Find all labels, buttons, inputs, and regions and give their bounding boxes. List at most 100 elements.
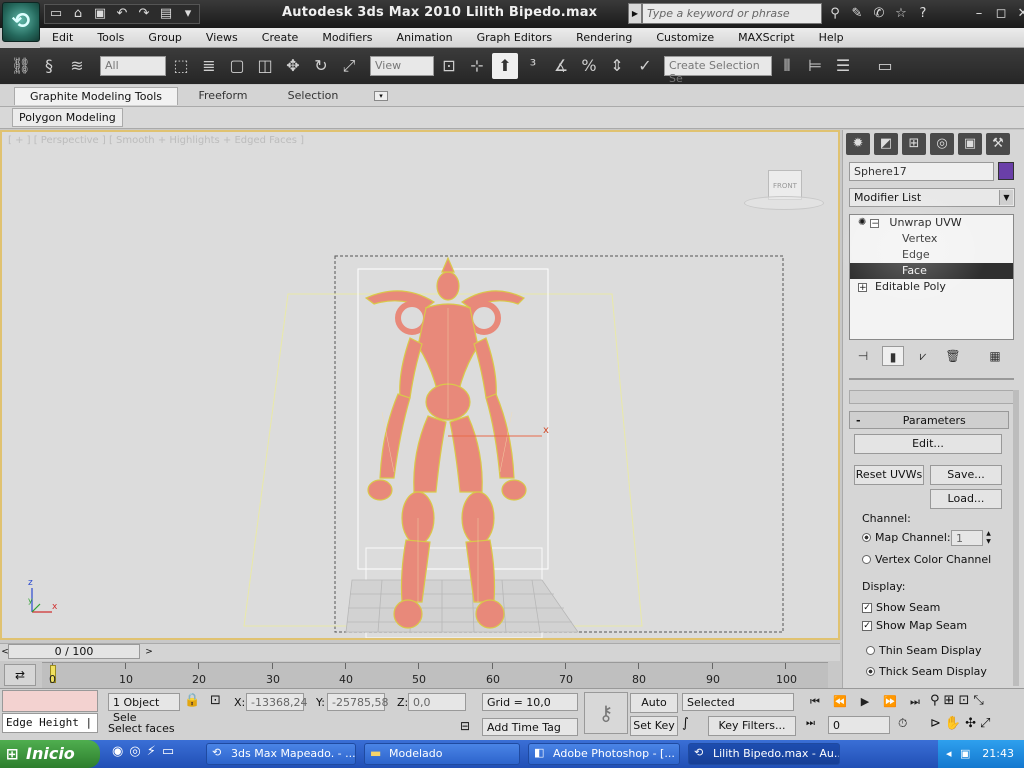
show-seam-option[interactable]: ✓ Show Seam — [862, 601, 940, 614]
set-key-button[interactable]: Set Key — [630, 716, 678, 736]
time-configuration-icon[interactable]: ⏱ — [898, 716, 907, 731]
y-coordinate-field[interactable]: -25785,58 — [327, 693, 388, 711]
edit-named-selection-icon[interactable]: ✓ — [632, 53, 658, 79]
rotate-icon[interactable]: ↻ — [308, 53, 334, 79]
parameters-rollout-header[interactable]: - Parameters — [849, 411, 1009, 429]
menu-create[interactable]: Create — [250, 28, 311, 48]
zoom-icon[interactable]: ⚲ — [930, 693, 940, 708]
modify-tab-icon[interactable]: ◩ — [874, 133, 898, 155]
display-tab-icon[interactable]: ▣ — [958, 133, 982, 155]
go-to-end-icon[interactable]: ⏭ — [904, 693, 926, 711]
load-uvw-button[interactable]: Load... — [930, 489, 1002, 509]
x-coordinate-field[interactable]: -13368,24 — [246, 693, 307, 711]
named-selection-set-input[interactable]: Create Selection Se — [664, 56, 772, 85]
menu-edit[interactable]: Edit — [40, 28, 85, 48]
start-button[interactable]: ⊞ Inicio — [0, 740, 100, 768]
maxscript-mini-listener-top[interactable] — [2, 690, 98, 712]
edit-uvw-button[interactable]: Edit... — [854, 434, 1002, 454]
stack-sub-vertex[interactable]: Vertex — [850, 231, 1013, 247]
save-uvw-button[interactable]: Save... — [930, 465, 1002, 485]
field-of-view-icon[interactable]: ⊳ — [930, 716, 941, 731]
menu-rendering[interactable]: Rendering — [564, 28, 644, 48]
show-desktop-icon[interactable]: ▭ — [162, 744, 174, 759]
show-map-seam-option[interactable]: ✓ Show Map Seam — [862, 619, 967, 632]
minimize-button[interactable]: – — [968, 4, 990, 24]
unlink-icon[interactable]: § — [36, 53, 62, 79]
command-panel-scrollbar[interactable] — [1013, 390, 1019, 686]
percent-snap-icon[interactable]: % — [576, 53, 602, 79]
save-file-icon[interactable]: ▣ — [89, 4, 111, 24]
maximize-viewport-icon[interactable]: ⤢ — [980, 716, 990, 731]
ribbon-tab-freeform[interactable]: Freeform — [178, 87, 268, 105]
create-tab-icon[interactable]: ✹ — [846, 133, 870, 155]
browser-icon[interactable]: ◎ — [129, 744, 140, 759]
z-coordinate-field[interactable]: 0,0 — [408, 693, 466, 711]
help-icon[interactable]: ? — [912, 4, 934, 24]
stack-item-unwrap-uvw[interactable]: ✺ − Unwrap UVW — [850, 215, 1013, 231]
zoom-all-icon[interactable]: ⊞ — [944, 693, 955, 708]
remove-modifier-icon[interactable]: 🗑 — [942, 346, 964, 366]
clock[interactable]: 21:43 — [982, 747, 1014, 760]
select-manipulate-icon[interactable]: ⊹ — [464, 53, 490, 79]
auto-key-button[interactable]: Auto Key — [630, 693, 678, 727]
ribbon-options-icon[interactable]: ▾ — [374, 90, 388, 101]
thick-seam-option[interactable]: Thick Seam Display — [866, 665, 987, 678]
map-channel-radio[interactable] — [862, 533, 871, 542]
ribbon-tab-selection[interactable]: Selection — [268, 87, 358, 105]
link-icon[interactable]: ⛓ — [8, 53, 34, 79]
reference-coordinate-dropdown[interactable]: View — [370, 56, 434, 76]
time-ruler[interactable]: 0 10 20 30 40 50 60 70 80 90 100 — [42, 662, 828, 688]
layer-manager-icon[interactable]: ☰ — [830, 53, 856, 79]
redo-icon[interactable]: ↷ — [133, 4, 155, 24]
ribbon-panel-polygon-modeling[interactable]: Polygon Modeling — [12, 108, 123, 127]
thick-seam-radio[interactable] — [866, 667, 875, 676]
time-slider-thumb[interactable]: 0 / 100 — [8, 644, 140, 659]
angle-snap-icon[interactable]: ∡ — [548, 53, 574, 79]
maxscript-mini-listener[interactable]: Edge Height | — [2, 713, 98, 733]
menu-tools[interactable]: Tools — [85, 28, 136, 48]
mirror-icon[interactable]: ⫴ — [774, 53, 800, 79]
communication-icon[interactable]: ✆ — [868, 4, 890, 24]
close-button[interactable]: ✕ — [1012, 4, 1024, 24]
add-time-tag-button[interactable]: Add Time Tag — [482, 718, 578, 736]
subscription-icon[interactable]: ✎ — [846, 4, 868, 24]
play-icon[interactable]: ▶ — [854, 693, 876, 711]
show-end-result-icon[interactable]: ▮ — [882, 346, 904, 366]
media-icon[interactable]: ⚡ — [147, 744, 156, 759]
tray-arrow-icon[interactable]: ◂ — [946, 740, 952, 768]
selection-lock-icon[interactable]: 🔒 — [184, 693, 200, 708]
menu-maxscript[interactable]: MAXScript — [726, 28, 806, 48]
map-channel-spinner[interactable]: 1 — [951, 530, 983, 546]
bind-space-warp-icon[interactable]: ≋ — [64, 53, 90, 79]
move-icon[interactable]: ✥ — [280, 53, 306, 79]
chevron-down-icon[interactable]: ▾ — [177, 4, 199, 24]
new-file-icon[interactable]: ▭ — [45, 4, 67, 24]
stack-sub-face[interactable]: Face — [850, 263, 1013, 279]
vertex-color-radio[interactable] — [862, 555, 871, 564]
menu-group[interactable]: Group — [136, 28, 194, 48]
key-mode-dropdown[interactable]: Selected — [682, 693, 794, 711]
lightbulb-icon[interactable]: ✺ — [858, 215, 866, 231]
time-tag-icon[interactable]: ⊟ — [460, 719, 470, 733]
key-mode-toggle-icon[interactable]: ⏭ — [806, 718, 815, 729]
scale-icon[interactable]: ⤢ — [336, 53, 362, 79]
taskbar-item[interactable]: 3ds Max Mapeado. - ... — [206, 743, 356, 765]
track-bar-toggle-icon[interactable]: ⇄ — [4, 664, 36, 686]
chrome-icon[interactable]: ◉ — [112, 744, 123, 759]
modifier-list-dropdown[interactable]: Modifier List ▼ — [849, 188, 1015, 207]
viewcube-compass-ring[interactable] — [744, 196, 824, 210]
stack-sub-edge[interactable]: Edge — [850, 247, 1013, 263]
menu-help[interactable]: Help — [807, 28, 856, 48]
zoom-extents-icon[interactable]: ⊡ — [958, 693, 969, 708]
vertex-color-option[interactable]: Vertex Color Channel — [862, 553, 991, 566]
thin-seam-option[interactable]: Thin Seam Display — [866, 644, 981, 657]
zoom-extents-all-icon[interactable]: ⤡ — [973, 693, 983, 708]
hierarchy-tab-icon[interactable]: ⊞ — [902, 133, 926, 155]
show-map-seam-checkbox[interactable]: ✓ — [862, 620, 872, 631]
taskbar-item-active[interactable]: Lilith Bipedo.max - Au... — [688, 743, 840, 765]
snaps-toggle-icon[interactable]: ³ — [520, 53, 546, 79]
chevron-down-icon[interactable]: ▼ — [999, 190, 1013, 205]
time-slider-next-icon[interactable]: > — [142, 645, 156, 659]
current-frame-field[interactable]: 0 — [828, 716, 890, 734]
network-icon[interactable]: ▣ — [960, 740, 970, 768]
